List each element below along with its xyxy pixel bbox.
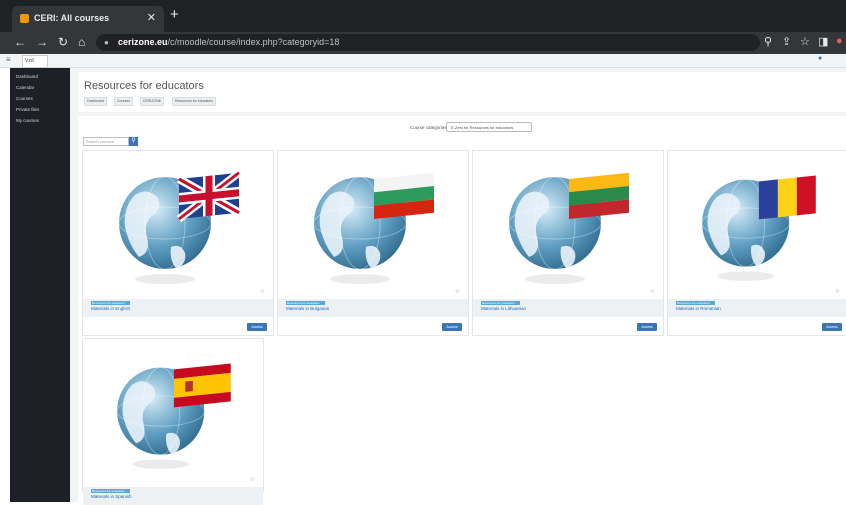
drawer-item-dashboard[interactable]: Dashboard — [16, 74, 38, 79]
course-card[interactable]: Resources for educators Materials in Rom… — [667, 150, 846, 336]
reload-icon[interactable]: ↻ — [58, 35, 68, 49]
course-access-button[interactable]: Access — [247, 323, 267, 331]
flag-lt-icon — [569, 172, 629, 220]
breadcrumb-courses[interactable]: Courses — [114, 97, 134, 106]
course-card[interactable]: Resources for educators Materials in Bul… — [277, 150, 469, 336]
nav-drawer: Dashboard Calendar Courses Private files… — [10, 68, 70, 502]
apps-icon[interactable]: ≡ — [6, 55, 11, 64]
drawer-item-private-files[interactable]: Private files — [16, 107, 39, 112]
back-icon[interactable]: ← — [14, 35, 26, 49]
star-icon[interactable]: ☆ — [260, 288, 265, 295]
course-category-badge: Resources for educators — [676, 301, 715, 305]
breadcrumb-cerizone[interactable]: CERIZONE — [140, 97, 165, 106]
category-label: Course categories: — [410, 125, 448, 130]
drawer-item-courses[interactable]: Courses — [16, 96, 33, 101]
breadcrumb-resources[interactable]: Resources for educators — [172, 97, 217, 106]
bookmark-star-icon[interactable]: ☆ — [800, 35, 810, 48]
tab-close-icon[interactable]: ✕ — [147, 11, 156, 24]
course-name-link[interactable]: Materials in Romanian — [676, 306, 721, 311]
extension-icon[interactable]: ● — [818, 55, 822, 62]
course-access-button[interactable]: Access — [822, 323, 842, 331]
course-image[interactable] — [83, 339, 263, 487]
profile-avatar[interactable]: ● — [836, 35, 843, 47]
share-icon[interactable]: ⇪ — [782, 35, 791, 48]
course-category-badge: Resources for educators — [286, 301, 325, 305]
course-image[interactable] — [473, 151, 663, 299]
zoom-icon[interactable]: ⚲ — [764, 35, 772, 48]
sidepanel-icon[interactable]: ◨ — [818, 35, 828, 48]
course-image[interactable] — [668, 151, 846, 299]
star-icon[interactable]: ☆ — [650, 288, 655, 295]
course-category-badge: Resources for educators — [91, 489, 130, 493]
flag-es-icon — [173, 363, 231, 408]
flag-ro-icon — [758, 175, 816, 220]
home-icon[interactable]: ⌂ — [78, 35, 85, 49]
course-card[interactable]: Resources for educators Materials in Lit… — [472, 150, 664, 336]
flag-bg-icon — [374, 172, 434, 220]
course-image[interactable] — [278, 151, 468, 299]
course-category-badge: Resources for educators — [481, 301, 520, 305]
tab-title: CERI: All courses — [34, 13, 110, 23]
new-tab-button[interactable]: + — [170, 6, 179, 23]
bookmarks-bar: ≡ Vzd ● — [0, 54, 846, 68]
course-name-link[interactable]: Materials in English — [91, 306, 130, 311]
course-name-link[interactable]: Materials in Bulgarian — [286, 306, 329, 311]
star-icon[interactable]: ☆ — [835, 288, 840, 295]
course-search-input[interactable]: Search courses — [83, 137, 129, 146]
url-host: cerizone.eu — [118, 37, 168, 47]
drawer-item-calendar[interactable]: Calendar — [16, 85, 34, 90]
address-bar[interactable]: ● cerizone.eu/c/moodle/course/index.php?… — [96, 34, 760, 51]
course-access-button[interactable]: Access — [442, 323, 462, 331]
bookmark-item[interactable]: Vzd — [22, 55, 48, 68]
browser-tab[interactable]: CERI: All courses ✕ — [12, 6, 164, 32]
course-name-link[interactable]: Materials in Lithuanian — [481, 306, 526, 311]
url-path: /c/moodle/course/index.php?categoryid=18 — [167, 37, 340, 47]
category-select[interactable]: E-Zest for Resources for educators — [446, 122, 532, 132]
page-title: Resources for educators — [84, 80, 204, 92]
breadcrumb-dashboard[interactable]: Dashboard — [84, 97, 108, 106]
search-button[interactable]: ⚲ — [129, 137, 138, 146]
star-icon[interactable]: ☆ — [250, 476, 255, 483]
drawer-item-my-courses[interactable]: My courses — [16, 118, 39, 123]
forward-icon[interactable]: → — [36, 35, 48, 49]
lock-icon: ● — [104, 38, 109, 47]
course-name-link[interactable]: Materials in Spanish — [91, 494, 132, 499]
course-access-button[interactable]: Access — [637, 323, 657, 331]
flag-uk-icon — [176, 169, 242, 223]
course-card[interactable]: Resources for educators Materials in Spa… — [82, 338, 264, 505]
course-card[interactable]: Resources for educators Materials in Eng… — [82, 150, 274, 336]
course-category-badge: Resources for educators — [91, 301, 130, 305]
star-icon[interactable]: ☆ — [455, 288, 460, 295]
favicon-icon — [20, 14, 29, 23]
course-image[interactable] — [83, 151, 273, 299]
page-header — [78, 72, 846, 112]
